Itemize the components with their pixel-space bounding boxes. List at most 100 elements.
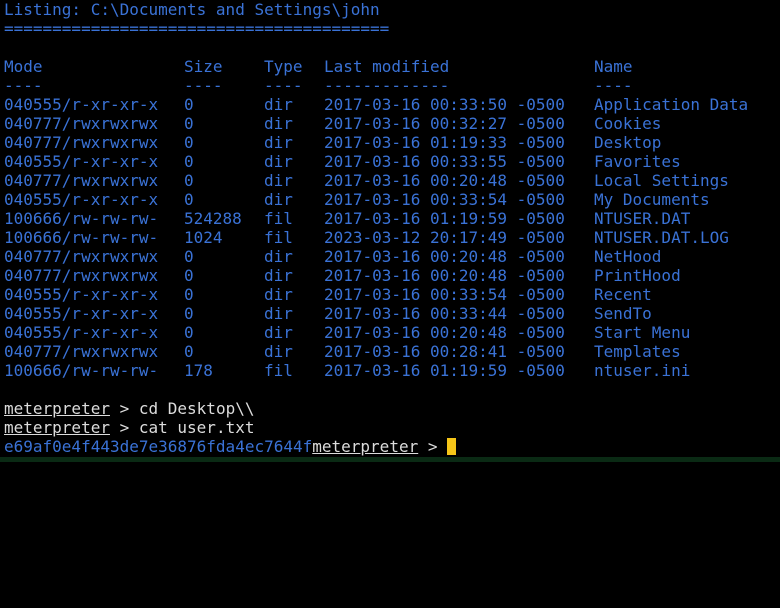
prompt-suffix: > — [109, 418, 139, 437]
table-row: 040555/r-xr-xr-x 0 dir 2017-03-16 00:33:… — [4, 304, 780, 323]
cell-type: dir — [264, 114, 293, 133]
cell-mode: 040555/r-xr-xr-x — [4, 323, 159, 342]
cell-type: dir — [264, 133, 293, 152]
cell-modified: 2017-03-16 00:20:48 -0500 — [324, 171, 565, 190]
prompt-suffix: > — [109, 399, 139, 418]
cell-type: dir — [264, 152, 293, 171]
cell-type: dir — [264, 266, 293, 285]
cell-size: 0 — [184, 114, 194, 133]
cell-mode: 100666/rw-rw-rw- — [4, 361, 159, 380]
cell-name: ntuser.ini — [594, 361, 691, 380]
cell-type: dir — [264, 285, 293, 304]
cell-name: Favorites — [594, 152, 681, 171]
command-line: meterpreter > cat user.txt — [4, 418, 254, 437]
cell-name: Local Settings — [594, 171, 729, 190]
cell-size: 0 — [184, 133, 194, 152]
table-row: 040777/rwxrwxrwx 0 dir 2017-03-16 00:20:… — [4, 247, 780, 266]
cell-modified: 2017-03-16 00:20:48 -0500 — [324, 323, 565, 342]
header-size: Size — [184, 57, 223, 76]
cell-type: dir — [264, 247, 293, 266]
cell-mode: 100666/rw-rw-rw- — [4, 209, 159, 228]
listing-separator: ======================================== — [4, 19, 390, 38]
command-text: cd Desktop\\ — [138, 399, 255, 418]
table-row: 100666/rw-rw-rw- 1024 fil 2023-03-12 20:… — [4, 228, 780, 247]
command-output: e69af0e4f443de7e36876fda4ec7644f — [4, 437, 313, 456]
active-prompt-line[interactable]: e69af0e4f443de7e36876fda4ec7644fmeterpre… — [4, 437, 457, 456]
command-line: meterpreter > cd Desktop\\ — [4, 399, 254, 418]
cell-mode: 040555/r-xr-xr-x — [4, 304, 159, 323]
prompt-name: meterpreter — [4, 418, 110, 437]
cell-type: dir — [264, 95, 293, 114]
table-row: 040777/rwxrwxrwx 0 dir 2017-03-16 00:32:… — [4, 114, 780, 133]
cell-mode: 100666/rw-rw-rw- — [4, 228, 159, 247]
cell-modified: 2017-03-16 00:20:48 -0500 — [324, 247, 565, 266]
cell-size: 0 — [184, 285, 194, 304]
cell-modified: 2017-03-16 00:33:44 -0500 — [324, 304, 565, 323]
cell-name: Cookies — [594, 114, 662, 133]
header-type: Type — [264, 57, 303, 76]
cell-name: NTUSER.DAT — [594, 209, 691, 228]
cell-name: NTUSER.DAT.LOG — [594, 228, 729, 247]
listing-title: Listing: C:\Documents and Settings\john — [4, 0, 380, 19]
cell-type: fil — [264, 228, 293, 247]
cell-name: SendTo — [594, 304, 652, 323]
cell-size: 0 — [184, 190, 194, 209]
cell-type: dir — [264, 171, 293, 190]
cell-size: 0 — [184, 304, 194, 323]
cell-size: 0 — [184, 247, 194, 266]
terminal-window[interactable]: Listing: C:\Documents and Settings\john … — [0, 0, 780, 462]
listing-header-row: Mode Size Type Last modified Name — [4, 57, 780, 76]
cell-mode: 040555/r-xr-xr-x — [4, 285, 159, 304]
cell-mode: 040555/r-xr-xr-x — [4, 95, 159, 114]
cell-size: 1024 — [184, 228, 223, 247]
cell-modified: 2017-03-16 00:33:54 -0500 — [324, 190, 565, 209]
cell-mode: 040777/rwxrwxrwx — [4, 266, 159, 285]
cell-mode: 040555/r-xr-xr-x — [4, 190, 159, 209]
cell-type: dir — [264, 323, 293, 342]
cell-size: 0 — [184, 266, 194, 285]
cell-type: fil — [264, 209, 293, 228]
table-row: 040555/r-xr-xr-x 0 dir 2017-03-16 00:33:… — [4, 152, 780, 171]
cell-name: Recent — [594, 285, 652, 304]
cell-size: 0 — [184, 95, 194, 114]
cell-size: 178 — [184, 361, 213, 380]
cell-type: dir — [264, 304, 293, 323]
cell-mode: 040777/rwxrwxrwx — [4, 171, 159, 190]
cell-name: Templates — [594, 342, 681, 361]
underline-name: ---- — [594, 76, 633, 95]
window-bottom-border — [0, 457, 780, 462]
prompt-name: meterpreter — [4, 399, 110, 418]
cell-modified: 2017-03-16 00:33:50 -0500 — [324, 95, 565, 114]
header-name: Name — [594, 57, 633, 76]
cell-name: Desktop — [594, 133, 662, 152]
cell-size: 0 — [184, 342, 194, 361]
underline-size: ---- — [184, 76, 223, 95]
cell-modified: 2017-03-16 00:28:41 -0500 — [324, 342, 565, 361]
cell-modified: 2017-03-16 00:33:55 -0500 — [324, 152, 565, 171]
cell-modified: 2017-03-16 00:20:48 -0500 — [324, 266, 565, 285]
command-text: cat user.txt — [138, 418, 255, 437]
cell-size: 0 — [184, 152, 194, 171]
table-row: 100666/rw-rw-rw- 524288 fil 2017-03-16 0… — [4, 209, 780, 228]
cell-name: Application Data — [594, 95, 749, 114]
underline-type: ---- — [264, 76, 303, 95]
cell-modified: 2017-03-16 01:19:33 -0500 — [324, 133, 565, 152]
cell-mode: 040555/r-xr-xr-x — [4, 152, 159, 171]
cell-size: 524288 — [184, 209, 242, 228]
cell-name: NetHood — [594, 247, 662, 266]
listing-header-underline-row: ---- ---- ---- ------------- ---- — [4, 76, 780, 95]
table-row: 040555/r-xr-xr-x 0 dir 2017-03-16 00:33:… — [4, 95, 780, 114]
table-row: 040555/r-xr-xr-x 0 dir 2017-03-16 00:33:… — [4, 285, 780, 304]
prompt-suffix: > — [418, 437, 448, 456]
cell-name: My Documents — [594, 190, 710, 209]
cell-mode: 040777/rwxrwxrwx — [4, 342, 159, 361]
cell-mode: 040777/rwxrwxrwx — [4, 133, 159, 152]
cell-mode: 040777/rwxrwxrwx — [4, 247, 159, 266]
cell-type: dir — [264, 190, 293, 209]
text-cursor[interactable] — [447, 438, 457, 455]
cell-modified: 2023-03-12 20:17:49 -0500 — [324, 228, 565, 247]
table-row: 040555/r-xr-xr-x 0 dir 2017-03-16 00:33:… — [4, 190, 780, 209]
cell-size: 0 — [184, 171, 194, 190]
table-row: 040777/rwxrwxrwx 0 dir 2017-03-16 00:20:… — [4, 266, 780, 285]
cell-type: fil — [264, 361, 293, 380]
